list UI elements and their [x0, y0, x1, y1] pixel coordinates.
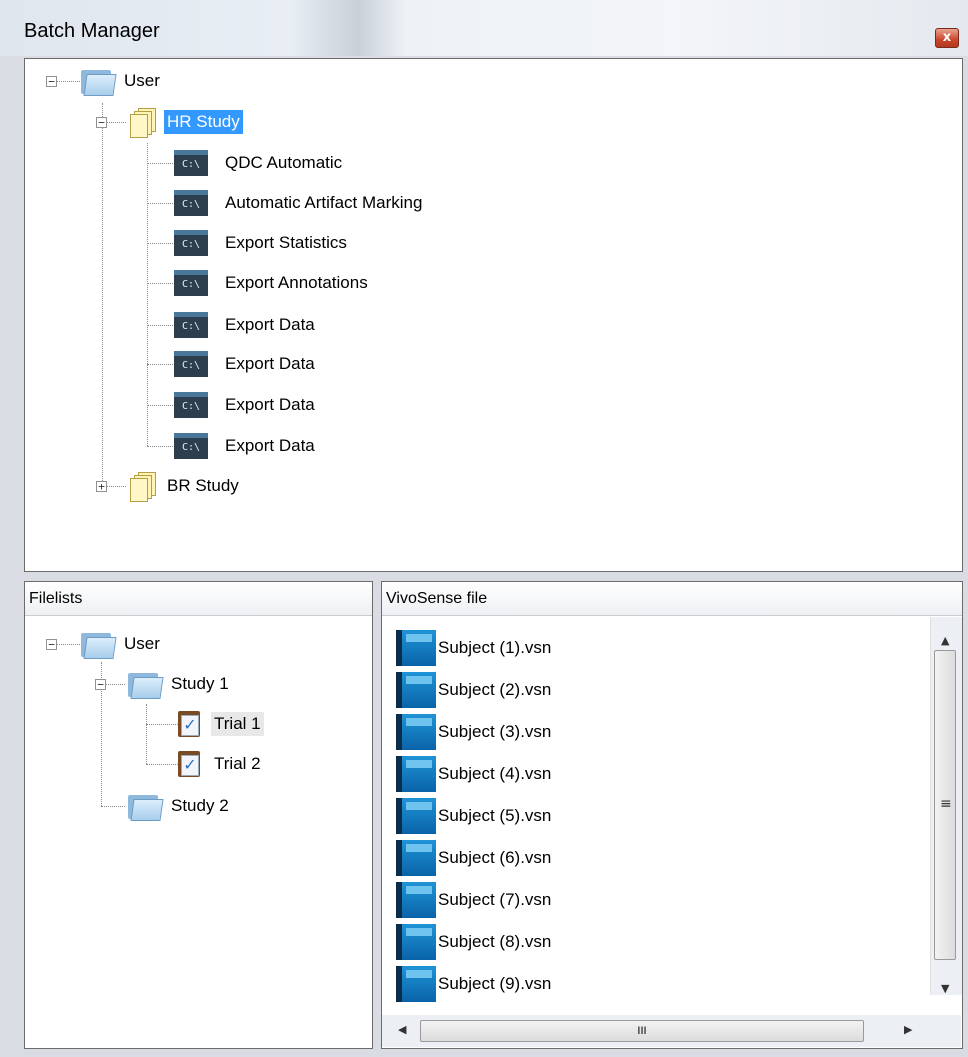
folder-icon	[79, 66, 117, 96]
file-name: Subject (9).vsn	[438, 974, 552, 993]
scroll-grip-icon: ≡	[940, 796, 952, 812]
scroll-right-arrow-icon[interactable]: ▶	[904, 1023, 912, 1036]
file-row[interactable]: Subject (3).vsn	[396, 711, 551, 753]
folder-icon	[126, 669, 164, 699]
node-label: Export Annotations	[225, 273, 368, 292]
vsn-file-icon	[396, 798, 436, 834]
filelist-node-trial-2[interactable]: ✓ Trial 2	[177, 749, 264, 779]
node-label: Automatic Artifact Marking	[225, 193, 423, 212]
vsn-file-icon	[396, 630, 436, 666]
tree-node-br-study[interactable]: BR Study	[128, 470, 242, 502]
file-name: Subject (3).vsn	[438, 722, 552, 741]
node-label: Export Data	[225, 436, 315, 455]
file-name: Subject (4).vsn	[438, 764, 552, 783]
command-icon: C:\	[174, 230, 208, 256]
node-label: Export Statistics	[225, 233, 347, 252]
vsn-file-icon	[396, 714, 436, 750]
checklist-icon: ✓	[177, 709, 203, 739]
folder-icon	[126, 791, 164, 821]
filelist-node-study-2[interactable]: Study 2	[126, 791, 232, 821]
scroll-left-arrow-icon[interactable]: ◀	[398, 1023, 406, 1036]
tree-node-hr-study[interactable]: HR Study	[128, 106, 243, 138]
vsn-file-icon	[396, 756, 436, 792]
command-icon: C:\	[174, 433, 208, 459]
filelists-header[interactable]: Filelists	[25, 582, 372, 616]
command-icon: C:\	[174, 270, 208, 296]
command-icon: C:\	[174, 150, 208, 176]
vsn-file-icon	[396, 882, 436, 918]
scroll-up-arrow-icon[interactable]: ▲	[941, 634, 949, 647]
scroll-down-arrow-icon[interactable]: ▼	[941, 982, 949, 995]
filelist-node-user[interactable]: User	[79, 629, 163, 659]
node-label: Study 1	[171, 674, 229, 693]
tree-item-export-data[interactable]: C:\ Export Data	[174, 349, 318, 379]
node-label: QDC Automatic	[225, 153, 343, 172]
file-name: Subject (7).vsn	[438, 890, 552, 909]
file-row[interactable]: Subject (7).vsn	[396, 879, 551, 921]
resize-grip-icon[interactable]	[930, 1015, 961, 1047]
file-row[interactable]: Subject (8).vsn	[396, 921, 551, 963]
file-name: Subject (5).vsn	[438, 806, 552, 825]
node-label: User	[124, 634, 160, 653]
file-row[interactable]: Subject (9).vsn	[396, 963, 551, 1005]
collapse-filelists-user-toggle[interactable]: −	[46, 639, 57, 650]
file-row[interactable]: Subject (6).vsn	[396, 837, 551, 879]
tree-item-export-data[interactable]: C:\ Export Data	[174, 310, 318, 340]
node-label: User	[124, 71, 160, 90]
filelist-node-study-1[interactable]: Study 1	[126, 669, 232, 699]
tree-node-user[interactable]: User	[79, 66, 163, 96]
tree-item-automatic-artifact-marking[interactable]: C:\ Automatic Artifact Marking	[174, 188, 425, 218]
file-name: Subject (6).vsn	[438, 848, 552, 867]
filelists-panel: Filelists − User − Study 1 ✓ Trial 1 ✓ T…	[24, 581, 373, 1049]
node-label: Study 2	[171, 796, 229, 815]
command-icon: C:\	[174, 312, 208, 338]
tree-item-export-annotations[interactable]: C:\ Export Annotations	[174, 268, 371, 298]
window-title: Batch Manager	[24, 20, 160, 42]
file-row[interactable]: Subject (5).vsn	[396, 795, 551, 837]
horizontal-scroll-thumb[interactable]: III	[420, 1020, 864, 1042]
study-icon	[128, 106, 156, 138]
node-label: Trial 2	[214, 754, 261, 773]
batch-tree: − User − HR Study C:\ QDC Automatic C:\ …	[24, 58, 963, 572]
vsn-file-icon	[396, 966, 436, 1002]
file-name: Subject (8).vsn	[438, 932, 552, 951]
command-icon: C:\	[174, 351, 208, 377]
expand-br-study-toggle[interactable]: +	[96, 481, 107, 492]
collapse-hr-study-toggle[interactable]: −	[96, 117, 107, 128]
collapse-user-toggle[interactable]: −	[46, 76, 57, 87]
collapse-study-1-toggle[interactable]: −	[95, 679, 106, 690]
node-label: BR Study	[167, 476, 239, 495]
node-label: Trial 1	[211, 712, 264, 736]
title-bar[interactable]: Batch Manager x	[0, 0, 968, 56]
node-label: HR Study	[164, 110, 243, 134]
file-name: Subject (2).vsn	[438, 680, 552, 699]
close-button[interactable]: x	[935, 28, 959, 48]
vivosense-file-panel: VivoSense file Subject (1).vsn Subject (…	[381, 581, 963, 1049]
vsn-file-icon	[396, 840, 436, 876]
file-row[interactable]: Subject (1).vsn	[396, 627, 551, 669]
command-icon: C:\	[174, 190, 208, 216]
file-row[interactable]: Subject (2).vsn	[396, 669, 551, 711]
vsn-file-icon	[396, 924, 436, 960]
folder-icon	[79, 629, 117, 659]
tree-item-export-statistics[interactable]: C:\ Export Statistics	[174, 228, 350, 258]
node-label: Export Data	[225, 395, 315, 414]
node-label: Export Data	[225, 315, 315, 334]
tree-item-qdc-automatic[interactable]: C:\ QDC Automatic	[174, 148, 345, 178]
vivosense-header[interactable]: VivoSense file	[382, 582, 962, 616]
tree-item-export-data[interactable]: C:\ Export Data	[174, 431, 318, 461]
tree-item-export-data[interactable]: C:\ Export Data	[174, 390, 318, 420]
file-row[interactable]: Subject (4).vsn	[396, 753, 551, 795]
batch-manager-window: Batch Manager x − User − HR Study C:\ QD…	[0, 0, 968, 1057]
filelist-node-trial-1[interactable]: ✓ Trial 1	[177, 709, 264, 739]
file-name: Subject (1).vsn	[438, 638, 552, 657]
command-icon: C:\	[174, 392, 208, 418]
checklist-icon: ✓	[177, 749, 203, 779]
node-label: Export Data	[225, 354, 315, 373]
vsn-file-icon	[396, 672, 436, 708]
study-icon	[128, 470, 156, 502]
